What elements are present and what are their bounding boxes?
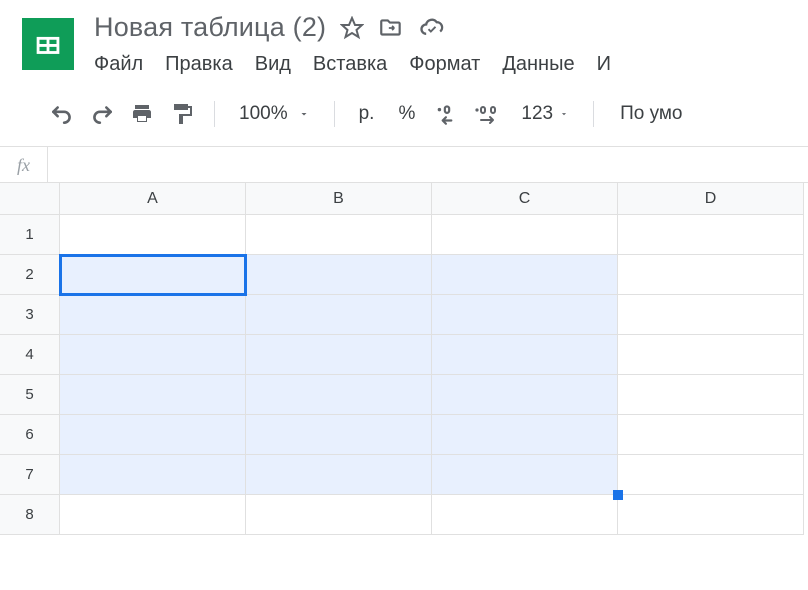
cell[interactable]	[246, 255, 432, 295]
cell[interactable]	[246, 455, 432, 495]
col-header-C[interactable]: C	[432, 183, 618, 215]
row-header-4[interactable]: 4	[0, 335, 60, 375]
cell[interactable]	[432, 415, 618, 455]
cell[interactable]	[618, 375, 804, 415]
row-header-5[interactable]: 5	[0, 375, 60, 415]
row-header-1[interactable]: 1	[0, 215, 60, 255]
formula-input[interactable]	[48, 147, 808, 182]
currency-format-button[interactable]: р.	[353, 103, 381, 125]
toolbar-separator	[214, 101, 215, 127]
toolbar-separator	[334, 101, 335, 127]
toolbar: 100% р. % 123 По умо	[0, 82, 808, 147]
cell[interactable]	[60, 335, 246, 375]
cell[interactable]	[246, 335, 432, 375]
percent-format-button[interactable]: %	[392, 103, 421, 125]
increase-decimal-button[interactable]	[473, 100, 503, 128]
more-formats-button[interactable]: 123	[515, 103, 575, 125]
cell[interactable]	[618, 255, 804, 295]
redo-button[interactable]	[88, 100, 116, 128]
font-dropdown[interactable]: По умо	[612, 103, 690, 125]
row-header-2[interactable]: 2	[0, 255, 60, 295]
row-header-3[interactable]: 3	[0, 295, 60, 335]
cell[interactable]	[60, 215, 246, 255]
cell[interactable]	[432, 375, 618, 415]
cell[interactable]	[246, 295, 432, 335]
cloud-saved-icon[interactable]	[418, 14, 446, 42]
cell[interactable]	[60, 495, 246, 535]
row-header-6[interactable]: 6	[0, 415, 60, 455]
zoom-dropdown[interactable]: 100%	[233, 103, 316, 125]
cell[interactable]	[618, 335, 804, 375]
cell[interactable]	[246, 215, 432, 255]
cell[interactable]	[246, 415, 432, 455]
menu-bar: Файл Правка Вид Вставка Формат Данные И	[94, 47, 798, 76]
paint-format-button[interactable]	[168, 100, 196, 128]
cell[interactable]	[432, 295, 618, 335]
chevron-down-icon	[559, 109, 569, 119]
cell[interactable]	[618, 215, 804, 255]
move-to-folder-icon[interactable]	[378, 15, 404, 41]
cell[interactable]	[432, 335, 618, 375]
cell[interactable]	[246, 375, 432, 415]
row-header-8[interactable]: 8	[0, 495, 60, 535]
menu-format[interactable]: Формат	[409, 53, 480, 76]
menu-view[interactable]: Вид	[255, 53, 291, 76]
cell[interactable]	[618, 295, 804, 335]
decrease-decimal-button[interactable]	[433, 100, 461, 128]
print-button[interactable]	[128, 100, 156, 128]
star-icon[interactable]	[340, 16, 364, 40]
row-header-7[interactable]: 7	[0, 455, 60, 495]
cell[interactable]	[432, 255, 618, 295]
formula-bar: fx	[0, 147, 808, 183]
fx-label: fx	[0, 147, 48, 183]
cell[interactable]	[432, 495, 618, 535]
cell[interactable]	[60, 295, 246, 335]
sheets-logo[interactable]	[22, 18, 74, 70]
select-all-corner[interactable]	[0, 183, 60, 215]
cell[interactable]	[432, 215, 618, 255]
zoom-value: 100%	[239, 103, 288, 125]
cell[interactable]	[60, 375, 246, 415]
document-title[interactable]: Новая таблица (2)	[94, 12, 326, 43]
cell[interactable]	[618, 415, 804, 455]
undo-button[interactable]	[48, 100, 76, 128]
cell[interactable]	[618, 495, 804, 535]
menu-edit[interactable]: Правка	[165, 53, 233, 76]
selection-handle[interactable]	[613, 490, 623, 500]
col-header-D[interactable]: D	[618, 183, 804, 215]
menu-data[interactable]: Данные	[502, 53, 574, 76]
menu-file[interactable]: Файл	[94, 53, 143, 76]
chevron-down-icon	[298, 108, 310, 120]
cell[interactable]	[60, 255, 246, 295]
cell[interactable]	[246, 495, 432, 535]
toolbar-separator	[593, 101, 594, 127]
cell[interactable]	[432, 455, 618, 495]
spreadsheet-grid: A B C D 12345678	[0, 183, 808, 535]
col-header-A[interactable]: A	[60, 183, 246, 215]
menu-insert[interactable]: Вставка	[313, 53, 387, 76]
menu-tools[interactable]: И	[597, 53, 611, 76]
cell[interactable]	[60, 415, 246, 455]
cell[interactable]	[618, 455, 804, 495]
col-header-B[interactable]: B	[246, 183, 432, 215]
cell[interactable]	[60, 455, 246, 495]
